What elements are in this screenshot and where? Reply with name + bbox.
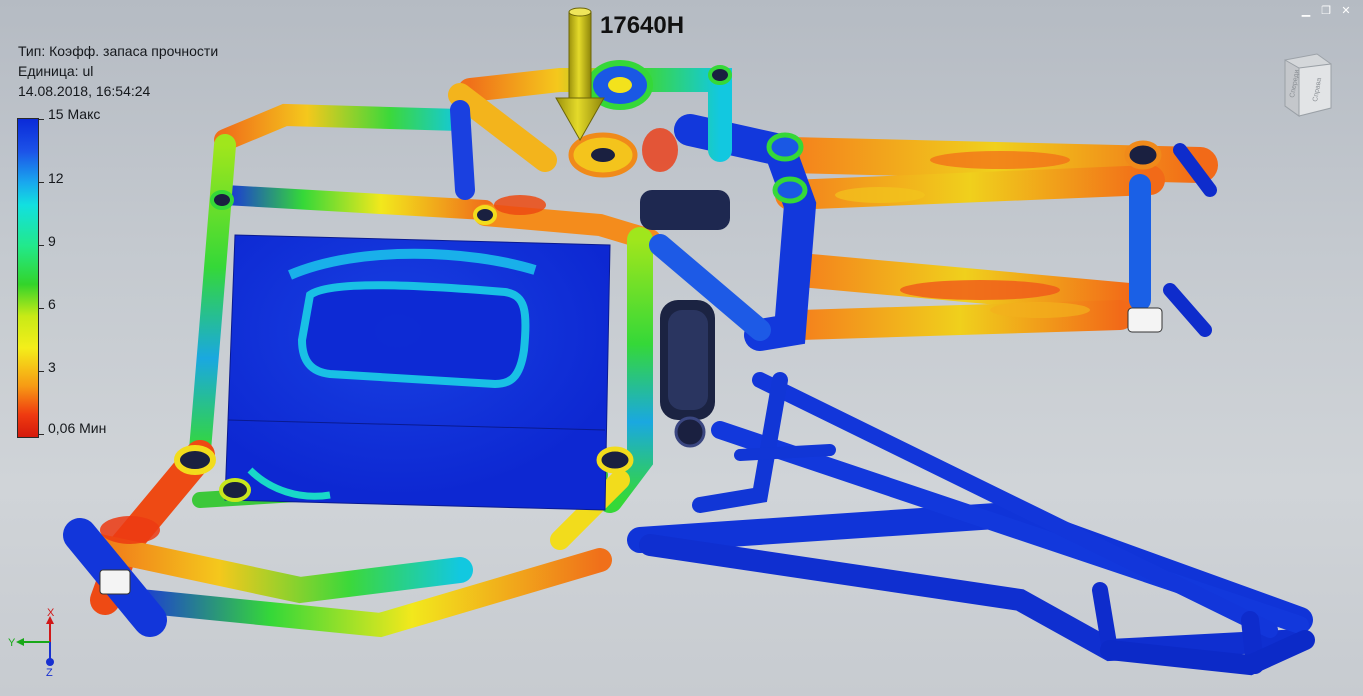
axis-z-label: Z bbox=[46, 667, 53, 678]
restore-icon[interactable]: ❐ bbox=[1319, 4, 1333, 18]
seat-panel bbox=[224, 234, 611, 511]
legend-min-label: 0,06 Мин bbox=[48, 420, 107, 436]
legend-label: 3 bbox=[48, 359, 56, 375]
force-value-label: 17640H bbox=[600, 12, 685, 39]
view-cube-icon[interactable]: Спереди Справа bbox=[1277, 50, 1333, 118]
model-viewport[interactable]: 17640H Тип: Коэфф. запаса прочности Един… bbox=[0, 0, 1363, 696]
shock-absorber bbox=[640, 190, 730, 448]
axis-x-label: X bbox=[47, 608, 55, 619]
legend-tick bbox=[38, 434, 44, 435]
legend-label: 9 bbox=[48, 233, 56, 249]
window-controls: ▁ ❐ ✕ bbox=[1299, 4, 1353, 18]
rear-frame bbox=[627, 372, 1315, 676]
frame-stress-model[interactable] bbox=[0, 0, 1363, 696]
legend-label: 12 bbox=[48, 170, 64, 186]
result-type-text: Тип: Коэфф. запаса прочности bbox=[18, 43, 219, 59]
legend-tick bbox=[38, 119, 44, 120]
close-icon[interactable]: ✕ bbox=[1339, 4, 1353, 18]
legend-tick bbox=[38, 308, 44, 309]
color-scale-bar bbox=[17, 118, 39, 438]
legend-tick bbox=[38, 182, 44, 183]
axis-triad-icon: X Y Z bbox=[8, 608, 55, 678]
result-timestamp-text: 14.08.2018, 16:54:24 bbox=[18, 83, 151, 99]
minimize-icon[interactable]: ▁ bbox=[1299, 4, 1313, 18]
legend-tick bbox=[38, 245, 44, 246]
legend-tick bbox=[38, 371, 44, 372]
axis-y-label: Y bbox=[8, 637, 16, 649]
legend-max-label: 15 Макс bbox=[48, 106, 101, 122]
legend-label: 6 bbox=[48, 296, 56, 312]
result-unit-text: Единица: ul bbox=[18, 63, 94, 79]
